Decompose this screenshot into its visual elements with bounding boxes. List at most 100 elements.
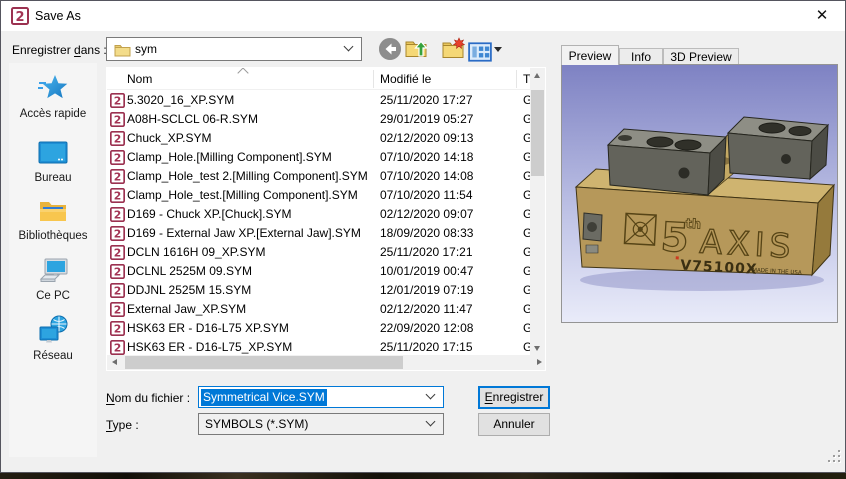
table-row[interactable]: DCLN 1616H 09_XP.SYM 25/11/2020 17:21 GC [107,243,532,262]
sidebar-item-quick-access[interactable]: Accès rapide [9,73,97,120]
horizontal-scrollbar[interactable] [107,355,546,370]
up-one-level-button[interactable] [404,37,428,61]
file-name: 5.3020_16_XP.SYM [127,91,234,110]
file-modified: 07/10/2020 14:08 [380,167,473,186]
sidebar-item-label: Bureau [9,172,97,184]
table-row[interactable]: D169 - Chuck XP.[Chuck].SYM 02/12/2020 0… [107,205,532,224]
sym-file-icon [110,131,125,146]
sym-file-icon [110,302,125,317]
file-modified: 07/10/2020 11:54 [380,186,473,205]
save-in-combobox[interactable]: sym [106,37,362,61]
sidebar-item-label: Accès rapide [9,108,97,120]
table-row[interactable]: Chuck_XP.SYM 02/12/2020 09:13 GC [107,129,532,148]
sym-file-icon [110,169,125,184]
column-divider[interactable] [373,70,374,88]
sidebar-item-label: Ce PC [9,290,97,302]
cancel-button[interactable]: Annuler [478,413,550,436]
table-row[interactable]: DCLNL 2525M 09.SYM 10/01/2019 00:47 GC [107,262,532,281]
file-name: External Jaw_XP.SYM [127,300,246,319]
list-header: Nom Modifié le Ty [107,68,532,90]
filename-value[interactable]: Symmetrical Vice.SYM [201,389,327,406]
network-icon [37,315,69,347]
file-name: Clamp_Hole_test.[Milling Component].SYM [127,186,358,205]
column-header-name[interactable]: Nom [127,72,152,86]
file-modified: 22/09/2020 12:08 [380,319,473,338]
libraries-folder-icon [37,195,69,227]
save-in-value: sym [135,42,157,56]
back-button[interactable] [378,37,402,61]
view-menu-button[interactable] [468,40,492,64]
file-name: Chuck_XP.SYM [127,129,212,148]
table-row[interactable]: External Jaw_XP.SYM 02/12/2020 11:47 GC [107,300,532,319]
app-logo-icon [11,7,29,25]
new-folder-button[interactable] [441,37,465,61]
file-modified: 02/12/2020 11:47 [380,300,473,319]
file-modified: 10/01/2019 00:47 [380,262,473,281]
sym-file-icon [110,207,125,222]
file-name: A08H-SCLCL 06-R.SYM [127,110,258,129]
sidebar-item-desktop[interactable]: Bureau [9,137,97,184]
filetype-combobox[interactable]: SYMBOLS (*.SYM) [198,413,444,435]
title-bar: Save As ✕ [1,1,845,31]
file-list: Nom Modifié le Ty 5.3020_16_XP.SYM 25/11… [106,67,546,371]
file-modified: 29/01/2019 05:27 [380,110,473,129]
vertical-scrollbar[interactable] [530,68,545,356]
save-button[interactable]: Enregistrer [478,386,550,409]
scroll-right-button[interactable] [532,355,546,370]
tab-3d-preview[interactable]: 3D Preview [663,48,739,65]
sidebar-item-network[interactable]: Réseau [9,315,97,362]
file-name: DDJNL 2525M 15.SYM [127,281,251,300]
file-modified: 25/11/2020 17:21 [380,243,473,262]
chevron-down-icon [426,390,436,400]
sidebar-item-libraries[interactable]: Bibliothèques [9,195,97,242]
table-row[interactable]: A08H-SCLCL 06-R.SYM 29/01/2019 05:27 GC [107,110,532,129]
file-modified: 07/10/2020 14:18 [380,148,473,167]
quick-access-star-icon [37,73,69,105]
background-app-strip [0,472,846,479]
horizontal-scroll-thumb[interactable] [125,356,403,369]
screen: Save As ✕ Enregistrer dans : sym [0,0,846,479]
file-name: HSK63 ER - D16-L75 XP.SYM [127,319,289,338]
tab-preview[interactable]: Preview [561,45,619,65]
table-row[interactable]: 5.3020_16_XP.SYM 25/11/2020 17:27 GC [107,91,532,110]
table-row[interactable]: DDJNL 2525M 15.SYM 12/01/2019 07:19 GC [107,281,532,300]
vertical-scroll-thumb[interactable] [531,90,544,176]
file-name: Clamp_Hole_test 2.[Milling Component].SY… [127,167,368,186]
file-modified: 18/09/2020 08:33 [380,224,473,243]
scroll-up-button[interactable] [530,68,545,83]
places-sidebar: Accès rapide Bureau Bibliothèque [9,63,97,457]
sym-file-icon [110,264,125,279]
scroll-down-button[interactable] [530,341,545,356]
file-name: DCLN 1616H 09_XP.SYM [127,243,266,262]
file-modified: 25/11/2020 17:27 [380,91,473,110]
column-divider[interactable] [516,70,517,88]
resize-grip[interactable] [828,450,840,462]
filename-label: Nom du fichier : [106,391,190,405]
sym-file-icon [110,112,125,127]
table-row[interactable]: D169 - External Jaw XP.[External Jaw].SY… [107,224,532,243]
close-icon[interactable]: ✕ [807,5,837,27]
save-in-label: Enregistrer dans : [12,43,107,57]
column-header-modified[interactable]: Modifié le [380,72,431,86]
sidebar-item-label: Bibliothèques [9,230,97,242]
svg-text:th: th [685,217,701,233]
view-menu-caret-icon[interactable] [494,47,502,52]
filetype-label: Type : [106,418,139,432]
sidebar-item-this-pc[interactable]: Ce PC [9,255,97,302]
table-row[interactable]: Clamp_Hole_test 2.[Milling Component].SY… [107,167,532,186]
sym-file-icon [110,283,125,298]
table-row[interactable]: Clamp_Hole.[Milling Component].SYM 07/10… [107,148,532,167]
sym-file-icon [110,188,125,203]
filename-combobox[interactable]: Symmetrical Vice.SYM [198,386,444,408]
sym-file-icon [110,93,125,108]
file-name: D169 - Chuck XP.[Chuck].SYM [127,205,292,224]
tab-info[interactable]: Info [619,48,663,65]
filetype-value: SYMBOLS (*.SYM) [205,417,308,431]
scroll-left-button[interactable] [107,355,122,370]
sym-file-icon [110,245,125,260]
table-row[interactable]: Clamp_Hole_test.[Milling Component].SYM … [107,186,532,205]
table-row[interactable]: HSK63 ER - D16-L75 XP.SYM 22/09/2020 12:… [107,319,532,338]
file-name: Clamp_Hole.[Milling Component].SYM [127,148,332,167]
file-modified: 02/12/2020 09:07 [380,205,473,224]
save-as-dialog: Save As ✕ Enregistrer dans : sym [0,0,846,473]
